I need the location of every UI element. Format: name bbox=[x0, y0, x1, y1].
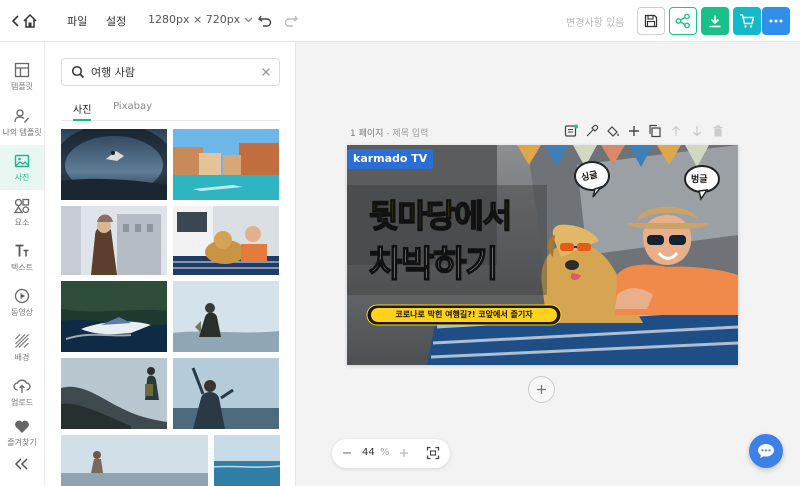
sidebar-item-label: 동영상 bbox=[10, 307, 34, 317]
sidebar-item-elements[interactable]: 요소 bbox=[0, 190, 44, 235]
video-icon bbox=[14, 288, 30, 304]
file-menu[interactable]: 파일 bbox=[67, 13, 87, 29]
zoom-unit: % bbox=[380, 447, 390, 458]
my-template-icon bbox=[14, 108, 30, 124]
chat-support-button[interactable] bbox=[749, 434, 783, 468]
sidebar-item-video[interactable]: 동영상 bbox=[0, 280, 44, 325]
zoom-in-icon[interactable] bbox=[398, 447, 410, 459]
photo-thumbnail[interactable] bbox=[61, 206, 167, 275]
more-icon bbox=[769, 19, 783, 23]
search-input[interactable] bbox=[91, 65, 241, 79]
clear-search-icon[interactable] bbox=[261, 67, 271, 77]
canvas-size-dropdown[interactable]: 1280px × 720px bbox=[148, 13, 253, 26]
canvas-area: 1 페이지 - 제목 입력 karmado TV 뒷마당에서 차박하기 코로나로… bbox=[296, 42, 800, 486]
photo-panel: 사진 Pixabay bbox=[45, 42, 296, 486]
heart-icon bbox=[14, 419, 30, 434]
save-icon bbox=[644, 14, 658, 28]
page-label: 1 페이지 - 제목 입력 bbox=[350, 126, 428, 139]
sidebar-item-label: 업로드 bbox=[10, 397, 34, 407]
sidebar-item-label: 나의 템플릿 bbox=[2, 127, 42, 137]
sidebar-item-favorites[interactable]: 즐겨찾기 bbox=[0, 415, 44, 447]
chat-icon bbox=[757, 443, 775, 459]
share-icon bbox=[675, 13, 691, 29]
photo-thumbnail[interactable] bbox=[173, 129, 279, 200]
add-page-button[interactable] bbox=[528, 376, 555, 403]
subtitle-pill-text: 코로나로 막힌 여행길?! 코앞에서 즐기자 bbox=[395, 310, 533, 319]
photo-thumbnail[interactable] bbox=[173, 206, 279, 275]
add-element-icon[interactable] bbox=[627, 124, 641, 138]
home-button[interactable] bbox=[12, 11, 46, 31]
text-icon bbox=[14, 243, 30, 259]
headline-line-1: 뒷마당에서 bbox=[368, 196, 513, 236]
page-title-input[interactable]: - 제목 입력 bbox=[386, 129, 428, 139]
cart-icon bbox=[739, 13, 755, 29]
photo-thumbnail[interactable] bbox=[61, 435, 208, 486]
channel-tag: karmado TV bbox=[353, 152, 428, 165]
delete-page-icon[interactable] bbox=[711, 124, 725, 138]
settings-menu[interactable]: 설정 bbox=[106, 13, 126, 29]
sidebar-item-my-templates[interactable]: 나의 템플릿 bbox=[0, 100, 44, 145]
design-artboard[interactable]: karmado TV 뒷마당에서 차박하기 코로나로 막힌 여행길?! 코앞에서… bbox=[347, 145, 738, 365]
search-icon bbox=[71, 65, 85, 79]
sidebar-item-label: 사진 bbox=[14, 172, 30, 182]
fit-screen-icon[interactable] bbox=[426, 446, 440, 460]
background-icon bbox=[14, 333, 30, 349]
photo-thumbnail[interactable] bbox=[61, 358, 167, 429]
sidebar-item-photos[interactable]: 사진 bbox=[0, 145, 44, 190]
plus-icon bbox=[536, 384, 547, 395]
sidebar-item-label: 배경 bbox=[14, 352, 30, 362]
zoom-value[interactable]: 44 bbox=[362, 447, 375, 458]
photo-thumbnail[interactable] bbox=[173, 358, 279, 429]
collapse-sidebar-icon[interactable] bbox=[14, 457, 30, 471]
sidebar-item-upload[interactable]: 업로드 bbox=[0, 370, 44, 415]
elements-icon bbox=[14, 198, 30, 214]
tab-photos[interactable]: 사진 bbox=[73, 101, 92, 121]
eyedropper-icon[interactable] bbox=[585, 124, 599, 138]
redo-icon[interactable] bbox=[283, 12, 299, 28]
photo-thumbnail[interactable] bbox=[214, 435, 280, 486]
search-box bbox=[61, 58, 280, 86]
photo-thumbnail[interactable] bbox=[61, 281, 167, 352]
sidebar-item-label: 텍스트 bbox=[10, 262, 34, 272]
tab-pixabay[interactable]: Pixabay bbox=[113, 101, 152, 121]
zoom-control: 44 % bbox=[332, 439, 450, 468]
zoom-out-icon[interactable] bbox=[341, 447, 353, 459]
chevron-down-icon bbox=[244, 17, 253, 23]
undo-icon[interactable] bbox=[257, 12, 273, 28]
home-icon bbox=[22, 13, 38, 29]
sidebar-item-background[interactable]: 배경 bbox=[0, 325, 44, 370]
sidebar-item-label: 요소 bbox=[14, 217, 30, 227]
move-down-icon[interactable] bbox=[690, 124, 704, 138]
chevron-left-icon bbox=[12, 15, 20, 27]
sidebar-rail: 템플릿 나의 템플릿 사진 요소 텍스트 동영상 배경 업로드 즐겨찾기 bbox=[0, 42, 45, 486]
page-number: 1 페이지 bbox=[350, 129, 384, 139]
sidebar-item-label: 템플릿 bbox=[10, 81, 34, 91]
upload-icon bbox=[13, 378, 31, 394]
speech-bubble-right: 벙글 bbox=[691, 175, 708, 185]
template-icon bbox=[14, 62, 30, 78]
photo-source-tabs: 사진 Pixabay bbox=[61, 99, 280, 121]
headline-line-2: 차박하기 bbox=[368, 243, 499, 286]
download-button[interactable] bbox=[701, 7, 729, 35]
sidebar-item-label: 즐겨찾기 bbox=[7, 438, 37, 447]
sidebar-item-text[interactable]: 텍스트 bbox=[0, 235, 44, 280]
move-up-icon[interactable] bbox=[669, 124, 683, 138]
sidebar-item-templates[interactable]: 템플릿 bbox=[0, 54, 44, 99]
top-toolbar: 파일 설정 1280px × 720px 변경사항 있음 bbox=[0, 0, 800, 42]
changes-status: 변경사항 있음 bbox=[566, 18, 625, 29]
more-button[interactable] bbox=[762, 7, 790, 35]
paint-bucket-icon[interactable] bbox=[606, 124, 620, 138]
share-button[interactable] bbox=[669, 7, 697, 35]
canvas-size-label: 1280px × 720px bbox=[148, 13, 241, 26]
notes-icon[interactable] bbox=[564, 124, 578, 138]
cart-button[interactable] bbox=[733, 7, 761, 35]
duplicate-page-icon[interactable] bbox=[648, 124, 662, 138]
photo-thumbnail[interactable] bbox=[61, 129, 167, 200]
photo-thumbnail[interactable] bbox=[173, 281, 279, 352]
download-icon bbox=[708, 14, 722, 28]
save-button[interactable] bbox=[637, 7, 665, 35]
page-toolbar bbox=[564, 124, 725, 138]
photo-icon bbox=[14, 153, 30, 169]
